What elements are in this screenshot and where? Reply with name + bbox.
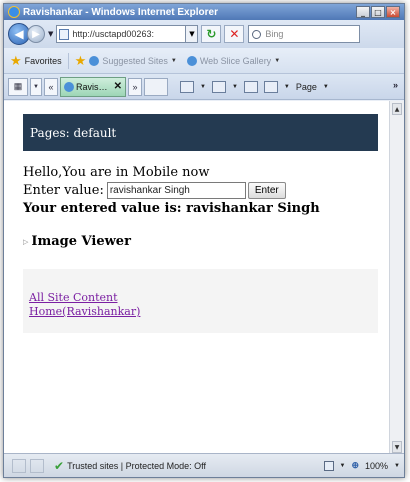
- tab-scroll-left[interactable]: «: [44, 77, 58, 96]
- address-input[interactable]: http://usctapd00263:: [56, 25, 187, 43]
- enter-value-label: Enter value:: [23, 182, 104, 198]
- tab-label: Ravis…: [76, 81, 108, 92]
- page-header: Pages: default: [23, 114, 378, 151]
- quick-tabs-icon[interactable]: ▦: [8, 77, 28, 96]
- greeting-text: Hello,You are in Mobile now: [23, 165, 210, 180]
- ie-page-icon: [89, 55, 100, 66]
- favorite-label: Suggested Sites: [102, 55, 168, 66]
- expand-triangle-icon: ▷: [23, 237, 29, 246]
- feeds-icon[interactable]: [211, 80, 226, 93]
- command-bar: ▼ ▼ ▼ Page ▼: [180, 80, 329, 93]
- scroll-up-arrow-icon[interactable]: ▲: [392, 103, 402, 115]
- favorite-web-slice-gallery[interactable]: Web Slice Gallery ▼: [186, 55, 281, 66]
- status-right: ▼ ⊕ 100% ▼: [323, 460, 400, 471]
- favorite-label: Web Slice Gallery: [199, 55, 272, 66]
- security-zone-text[interactable]: Trusted sites | Protected Mode: Off: [67, 461, 206, 471]
- window-controls: _ □ ×: [356, 6, 400, 18]
- chevron-down-icon: ▼: [170, 57, 177, 64]
- refresh-button[interactable]: ↻: [201, 25, 222, 43]
- image-viewer-label: Image Viewer: [31, 234, 131, 249]
- page-icon: [59, 28, 70, 40]
- tab-list-dropdown[interactable]: ▼: [30, 77, 42, 96]
- page-viewport: Pages: default Hello,You are in Mobile n…: [4, 101, 390, 455]
- address-url: http://usctapd00263:: [72, 29, 154, 39]
- tab-scroll-right[interactable]: »: [128, 77, 142, 96]
- address-toolbar: ◀ ▶ ▼ http://usctapd00263: ▼ ↻ ✕ Bing: [4, 20, 404, 48]
- favorites-button[interactable]: Favorites: [25, 56, 62, 66]
- window-title: Ravishankar - Windows Internet Explorer: [23, 6, 218, 18]
- title-bar: Ravishankar - Windows Internet Explorer …: [4, 4, 404, 20]
- add-favorite-icon[interactable]: ★: [75, 53, 87, 69]
- close-tab-icon[interactable]: ✕: [114, 81, 122, 92]
- favorites-star-icon: ★: [10, 52, 22, 68]
- tab-bar: ▦ ▼ « Ravis… ✕ » ▼ ▼ ▼ Page ▼ »: [4, 74, 404, 100]
- enter-button[interactable]: Enter: [247, 182, 286, 199]
- page-content: Hello,You are in Mobile now Enter value:…: [23, 165, 383, 250]
- forward-button[interactable]: ▶: [27, 25, 45, 43]
- chevron-down-icon[interactable]: ▼: [200, 84, 206, 90]
- chevron-down-icon[interactable]: ▼: [394, 463, 400, 469]
- search-input[interactable]: Bing: [248, 25, 361, 43]
- favorites-divider: [67, 52, 69, 69]
- home-icon[interactable]: [180, 80, 194, 93]
- input-row: Enter value: ravishankar Singh Enter: [23, 182, 383, 199]
- status-cell: [12, 458, 26, 473]
- history-dropdown-icon[interactable]: ▼: [48, 30, 53, 38]
- address-dropdown-button[interactable]: ▼: [186, 25, 199, 43]
- print-icon[interactable]: [263, 80, 278, 93]
- search-icon: [252, 29, 262, 39]
- scroll-down-arrow-icon[interactable]: ▼: [392, 441, 402, 453]
- favorite-suggested-sites[interactable]: Suggested Sites ▼: [89, 55, 177, 66]
- maximize-button[interactable]: □: [371, 6, 385, 18]
- ie-logo-icon: [8, 6, 20, 18]
- link-home[interactable]: Home(Ravishankar): [29, 305, 378, 319]
- chevron-down-icon: ▼: [274, 57, 281, 64]
- chevron-down-icon[interactable]: ▼: [232, 84, 238, 90]
- status-cell: [30, 458, 44, 473]
- ie-page-icon: [64, 81, 74, 92]
- vertical-scrollbar[interactable]: ▲ ▼: [389, 101, 404, 455]
- chevron-down-icon[interactable]: ▼: [340, 463, 346, 469]
- page-header-title: Pages: default: [30, 125, 117, 140]
- result-text: Your entered value is: ravishankar Singh: [23, 201, 320, 216]
- value-input[interactable]: ravishankar Singh: [106, 182, 246, 199]
- search-placeholder: Bing: [265, 29, 284, 39]
- image-viewer-toggle[interactable]: ▷ Image Viewer: [23, 234, 383, 250]
- favorites-bar: ★ Favorites ★ Suggested Sites ▼ Web Slic…: [4, 48, 404, 74]
- ie-page-icon: [186, 55, 197, 66]
- chevron-down-icon[interactable]: ▼: [323, 84, 329, 90]
- links-panel: All Site Content Home(Ravishankar): [23, 269, 378, 333]
- more-commands-button[interactable]: »: [393, 80, 398, 90]
- tab-ravishankar[interactable]: Ravis… ✕: [60, 76, 126, 97]
- minimize-button[interactable]: _: [356, 6, 370, 18]
- close-window-button[interactable]: ×: [386, 6, 400, 18]
- stop-button[interactable]: ✕: [224, 25, 245, 43]
- browser-window: Ravishankar - Windows Internet Explorer …: [3, 3, 405, 478]
- status-bar: ✔ Trusted sites | Protected Mode: Off ▼ …: [4, 453, 404, 477]
- new-tab-button[interactable]: [144, 77, 168, 96]
- mail-icon[interactable]: [243, 80, 258, 93]
- page-menu[interactable]: Page: [296, 82, 317, 92]
- checkmark-icon: ✔: [54, 458, 65, 473]
- chevron-down-icon[interactable]: ▼: [284, 84, 290, 90]
- zoom-icon[interactable]: ⊕: [351, 460, 359, 471]
- lock-icon[interactable]: [323, 460, 334, 471]
- zoom-level[interactable]: 100%: [365, 461, 388, 471]
- link-all-site-content[interactable]: All Site Content: [29, 291, 378, 305]
